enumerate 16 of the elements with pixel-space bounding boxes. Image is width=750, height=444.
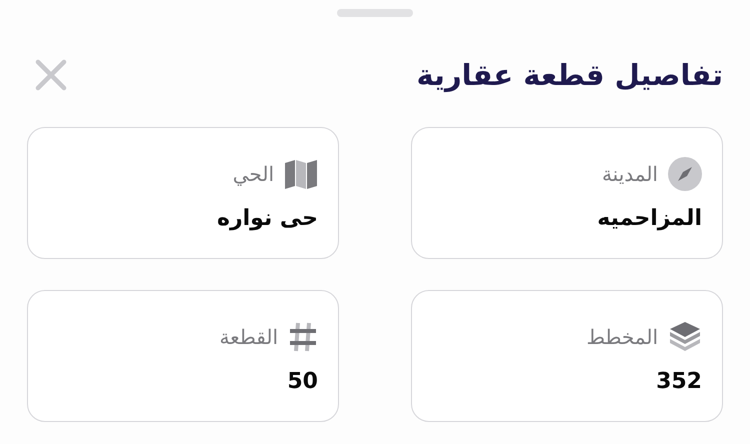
layers-icon <box>668 321 702 353</box>
field-value: 50 <box>286 369 318 394</box>
field-label: المدينة <box>602 162 658 186</box>
field-value: المزاحميه <box>596 206 702 231</box>
field-label: المخطط <box>586 325 658 349</box>
map-icon <box>284 159 318 189</box>
sheet-title: تفاصيل قطعة عقارية <box>416 58 723 92</box>
field-value: 352 <box>655 369 702 394</box>
close-button[interactable] <box>34 58 68 92</box>
field-value: حى نواره <box>216 206 318 231</box>
field-label: القطعة <box>219 325 278 349</box>
hash-icon <box>288 321 318 353</box>
drag-handle[interactable] <box>337 9 413 17</box>
close-icon <box>34 58 68 92</box>
field-label: الحي <box>232 162 274 186</box>
compass-icon <box>668 157 702 191</box>
